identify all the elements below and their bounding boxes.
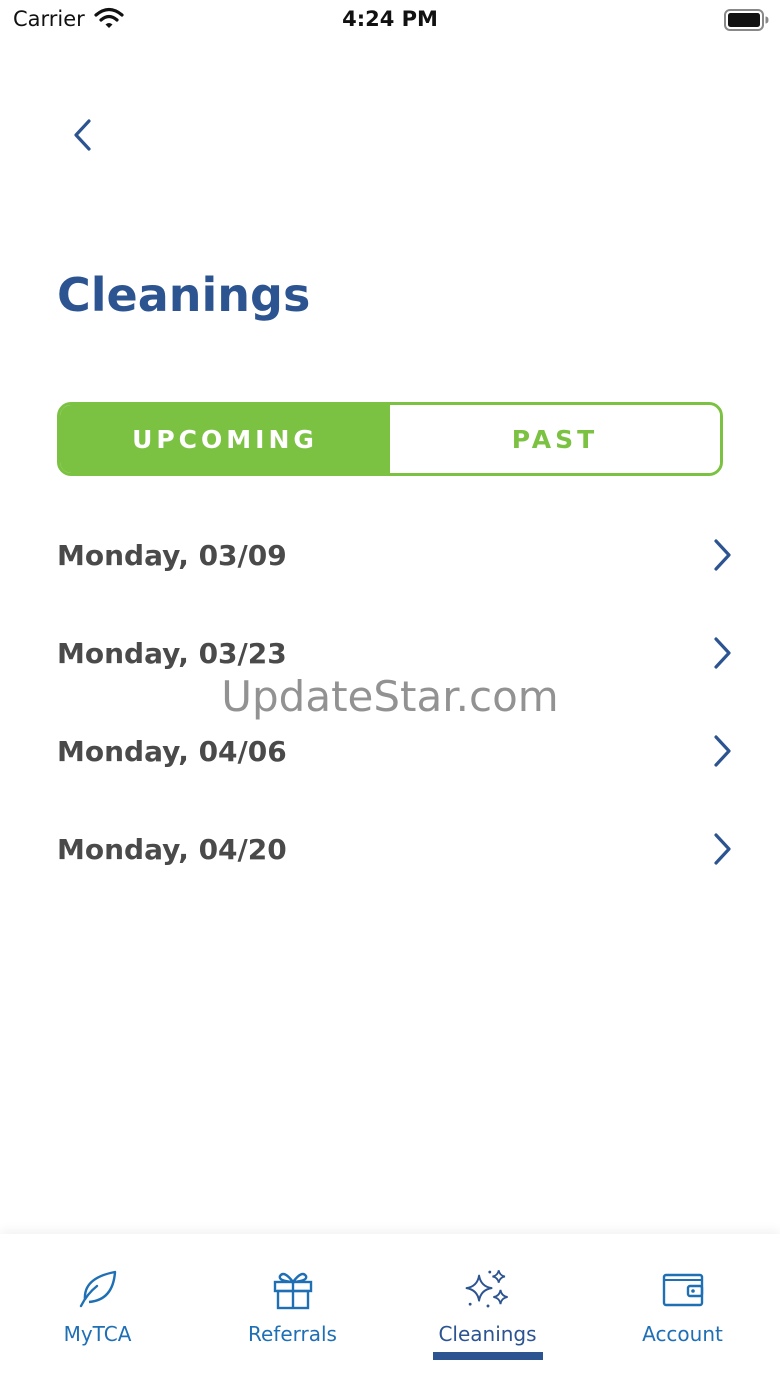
tab-referrals[interactable]: Referrals <box>195 1234 390 1387</box>
cleaning-date: Monday, 04/06 <box>57 734 287 768</box>
cleaning-row[interactable]: Monday, 04/20 <box>57 800 737 898</box>
page-title: Cleanings <box>57 268 311 322</box>
tab-cleanings[interactable]: Cleanings <box>390 1234 585 1387</box>
tab-upcoming[interactable]: UPCOMING <box>60 405 390 473</box>
tab-mytca[interactable]: MyTCA <box>0 1234 195 1387</box>
upcoming-past-toggle: UPCOMING PAST <box>57 402 723 476</box>
cleaning-date: Monday, 04/20 <box>57 832 287 866</box>
chevron-right-icon <box>707 633 737 673</box>
gift-icon <box>268 1264 318 1314</box>
tab-label: Cleanings <box>438 1322 537 1346</box>
tab-label: MyTCA <box>63 1322 132 1346</box>
battery-icon <box>724 9 770 31</box>
cleaning-row[interactable]: Monday, 03/09 <box>57 506 737 604</box>
tab-past[interactable]: PAST <box>390 405 720 473</box>
back-button[interactable] <box>60 115 104 159</box>
cleaning-date: Monday, 03/23 <box>57 636 287 670</box>
bottom-tab-bar: MyTCA Referrals Cleanings Account <box>0 1234 780 1387</box>
cleaning-date: Monday, 03/09 <box>57 538 287 572</box>
tab-label: Referrals <box>248 1322 337 1346</box>
chevron-left-icon <box>71 118 93 156</box>
active-tab-indicator <box>432 1352 543 1360</box>
watermark: UpdateStar.com <box>221 672 559 721</box>
tab-label: Account <box>642 1322 723 1346</box>
status-bar: Carrier 4:24 PM <box>0 0 780 40</box>
chevron-right-icon <box>707 829 737 869</box>
tab-account[interactable]: Account <box>585 1234 780 1387</box>
sparkles-icon <box>463 1264 513 1314</box>
chevron-right-icon <box>707 535 737 575</box>
chevron-right-icon <box>707 731 737 771</box>
wallet-icon <box>658 1264 708 1314</box>
clock: 4:24 PM <box>342 7 438 31</box>
leaf-icon <box>73 1264 123 1314</box>
